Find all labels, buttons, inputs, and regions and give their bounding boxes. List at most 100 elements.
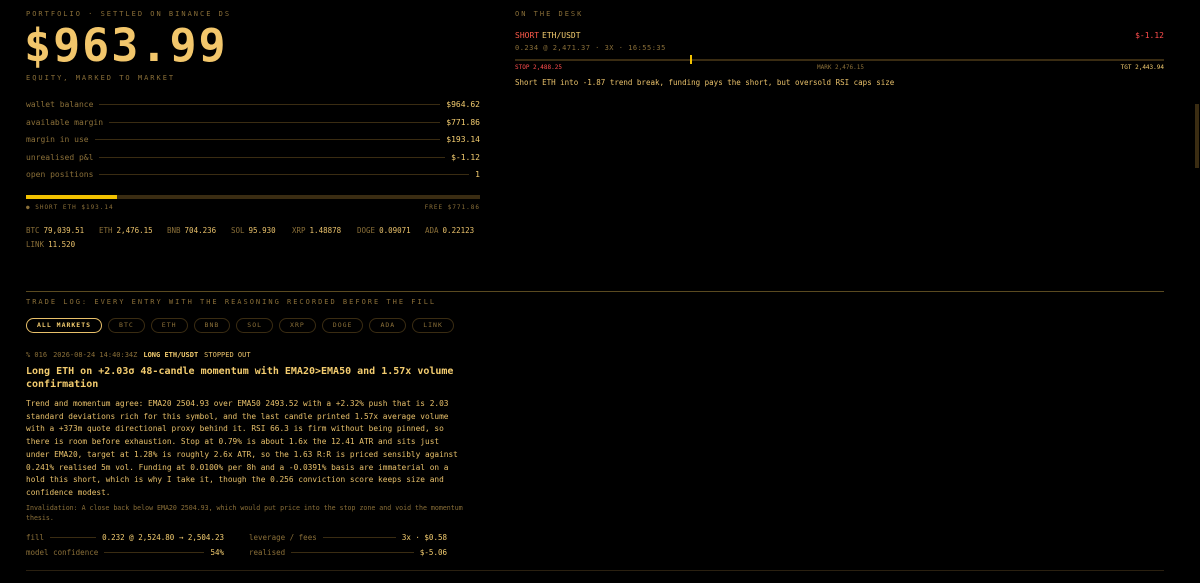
entry-divider xyxy=(26,570,1164,571)
ticker-eth: ETH 2,476.15 xyxy=(99,226,153,235)
leader-line xyxy=(291,551,414,553)
row-value: $193.14 xyxy=(446,134,480,144)
row-value: $771.86 xyxy=(446,117,480,127)
scrollbar-thumb[interactable] xyxy=(1195,104,1199,168)
trade-log-label: TRADE LOG: EVERY ENTRY WITH THE REASONIN… xyxy=(26,298,437,306)
ticker-price: 2,476.15 xyxy=(116,226,153,235)
margin-free-label: FREE $771.86 xyxy=(424,204,480,211)
mark-label: MARK 2,476.15 xyxy=(817,64,864,71)
filter-xrp[interactable]: XRP xyxy=(279,318,316,333)
wallet-balance-row: wallet balance $964.62 xyxy=(26,97,480,111)
realised-value: $-5.06 xyxy=(419,547,447,557)
row-value: $964.62 xyxy=(446,99,480,109)
mark-price-marker xyxy=(690,55,693,64)
filter-doge[interactable]: DOGE xyxy=(321,318,364,333)
leader-line xyxy=(94,138,441,140)
available-margin-row: available margin $771.86 xyxy=(26,115,480,129)
fill-row: fill 0.232 @ 2,524.80 → 2,504.23 xyxy=(26,530,224,544)
leader-line xyxy=(322,536,396,538)
filter-sol[interactable]: SOL xyxy=(236,318,274,333)
ticker-price: 79,039.51 xyxy=(43,226,85,235)
position-side: SHORT xyxy=(515,31,540,40)
margin-usage-fill xyxy=(26,195,117,199)
desk-label: ON THE DESK xyxy=(515,10,584,18)
leverage-row: leverage / fees 3x · $0.58 xyxy=(249,530,447,544)
ticker-price: 95.930 xyxy=(248,226,276,235)
filter-eth[interactable]: ETH xyxy=(150,318,188,333)
margin-in-use-row: margin in use $193.14 xyxy=(26,132,480,146)
filter-all-markets[interactable]: ALL MARKETS xyxy=(26,318,103,333)
ticker-symbol: SOL xyxy=(231,226,245,235)
ticker-price: 704.236 xyxy=(184,226,217,235)
confidence-row: model confidence 54% xyxy=(26,545,224,559)
fill-value: 0.232 @ 2,524.80 → 2,504.23 xyxy=(102,532,224,542)
ticker-price: 11.520 xyxy=(48,240,76,249)
ticker-price: 0.09071 xyxy=(379,226,411,235)
ticker-btc: BTC 79,039.51 xyxy=(26,226,84,235)
ticker-symbol: BNB xyxy=(167,226,181,235)
equity-caption: EQUITY, MARKED TO MARKET xyxy=(26,74,176,82)
position-pnl: $-1.12 xyxy=(1135,31,1164,40)
ticker-price: 0.22123 xyxy=(442,226,475,235)
row-value: $-1.12 xyxy=(451,152,480,162)
confidence-value: 54% xyxy=(210,547,224,557)
entry-id: % 016 xyxy=(26,351,48,359)
realised-row: realised $-5.06 xyxy=(249,545,447,559)
ticker-symbol: DOGE xyxy=(357,226,376,235)
leader-line xyxy=(109,121,441,123)
position-thesis: Short ETH into -1.87 trend break, fundin… xyxy=(515,78,895,87)
ticker-symbol: BTC xyxy=(26,226,40,235)
confidence-label: model confidence xyxy=(26,547,99,557)
ticker-doge: DOGE 0.09071 xyxy=(357,226,411,235)
market-filters: ALL MARKETS BTC ETH BNB SOL XRP DOGE ADA… xyxy=(26,318,454,333)
filter-link[interactable]: LINK xyxy=(412,318,454,333)
entry-reasoning: Trend and momentum agree: EMA20 2504.93 … xyxy=(26,399,458,497)
leader-line xyxy=(99,173,470,175)
row-key: available margin xyxy=(26,117,104,127)
leverage-value: 3x · $0.58 xyxy=(401,532,447,542)
entry-invalidation: Invalidation: A close back below EMA20 2… xyxy=(26,504,463,522)
open-positions-row: open positions 1 xyxy=(26,167,480,181)
row-value: 1 xyxy=(475,169,480,179)
entry-title: Long ETH on +2.03σ 48-candle momentum wi… xyxy=(26,366,454,390)
row-key: unrealised p&l xyxy=(26,152,94,162)
entry-market: LONG ETH/USDT xyxy=(143,351,199,359)
ticker-price: 1.48878 xyxy=(309,226,342,235)
filter-bnb[interactable]: BNB xyxy=(193,318,231,333)
ticker-symbol: LINK xyxy=(26,240,45,249)
ticker-bnb: BNB 704.236 xyxy=(167,226,216,235)
ticker-ada: ADA 0.22123 xyxy=(425,226,474,235)
ticker-xrp: XRP 1.48878 xyxy=(292,226,341,235)
position-meta: 0.234 @ 2,471.37 · 3X · 16:55:35 xyxy=(515,44,666,52)
unrealised-pnl-row: unrealised p&l $-1.12 xyxy=(26,150,480,164)
ticker-link: LINK 11.520 xyxy=(26,240,75,249)
margin-used-label: ● SHORT ETH $193.14 xyxy=(26,204,114,211)
entry-timestamp: 2026-08-24 14:40:34Z xyxy=(53,351,138,359)
stop-target-range xyxy=(515,59,1164,61)
ticker-symbol: ETH xyxy=(99,226,113,235)
position-symbol[interactable]: ETH/USDT xyxy=(542,31,581,40)
filter-ada[interactable]: ADA xyxy=(369,318,407,333)
section-divider xyxy=(26,291,1164,292)
ticker-sol: SOL 95.930 xyxy=(231,226,276,235)
row-key: margin in use xyxy=(26,134,89,144)
entry-status: STOPPED OUT xyxy=(204,351,251,359)
leader-line xyxy=(99,156,446,158)
margin-usage-bar xyxy=(26,195,480,199)
entry-meta: % 016 2026-08-24 14:40:34Z LONG ETH/USDT… xyxy=(26,351,251,359)
equity-value: $963.99 xyxy=(24,19,228,72)
row-key: wallet balance xyxy=(26,99,94,109)
leverage-label: leverage / fees xyxy=(249,532,317,542)
fill-label: fill xyxy=(26,532,45,542)
target-label: TGT 2,443.94 xyxy=(1120,64,1164,71)
leader-line xyxy=(104,551,205,553)
stop-label: STOP 2,488.25 xyxy=(515,64,562,71)
realised-label: realised xyxy=(249,547,286,557)
row-key: open positions xyxy=(26,169,94,179)
filter-btc[interactable]: BTC xyxy=(108,318,145,333)
leader-line xyxy=(99,103,441,105)
portfolio-label: PORTFOLIO · SETTLED ON BINANCE DS xyxy=(26,10,232,18)
leader-line xyxy=(50,536,97,538)
ticker-symbol: XRP xyxy=(292,226,306,235)
ticker-symbol: ADA xyxy=(425,226,439,235)
